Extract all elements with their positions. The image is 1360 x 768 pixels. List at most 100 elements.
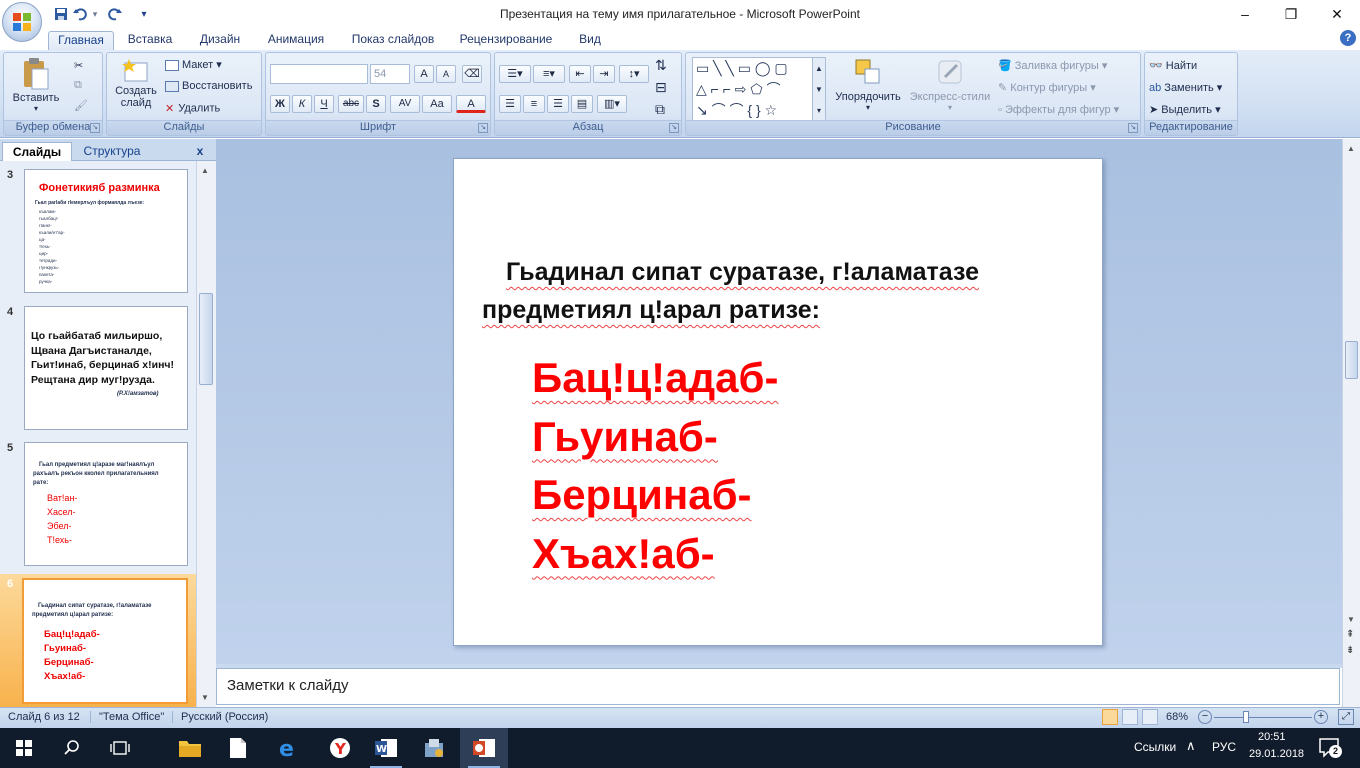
thumbnail-slide[interactable]: Фонетикияб разминка Гьал рагIаби гIемерл…: [24, 169, 188, 293]
clock-time[interactable]: 20:51: [1258, 731, 1286, 743]
quick-styles-button[interactable]: Экспресс-стили ▾: [906, 57, 994, 112]
bullets-icon[interactable]: ☰▾: [499, 65, 531, 83]
theme-name[interactable]: "Тема Office": [90, 711, 164, 723]
next-slide-icon[interactable]: ⇟: [1346, 645, 1354, 656]
clock-date[interactable]: 29.01.2018: [1249, 748, 1304, 760]
zoom-level[interactable]: 68%: [1166, 711, 1188, 723]
font-name-input[interactable]: [270, 64, 368, 84]
tab-review[interactable]: Рецензирование: [452, 31, 560, 50]
scroll-thumb[interactable]: [1345, 341, 1358, 379]
slide-scrollbar[interactable]: ▲ ▼ ⇞ ⇟: [1342, 139, 1360, 707]
minimize-button[interactable]: –: [1222, 0, 1268, 28]
previous-slide-icon[interactable]: ⇞: [1346, 629, 1354, 640]
drawing-launcher-icon[interactable]: ↘: [1128, 123, 1138, 133]
align-right-icon[interactable]: ☰: [547, 95, 569, 113]
slide-word-list[interactable]: Бац!ц!адаб- Гьуинаб- Берцинаб- Хъах!аб-: [532, 349, 778, 583]
task-view-icon[interactable]: [96, 728, 144, 768]
shape-fill-button[interactable]: 🪣 Заливка фигуры ▾: [998, 59, 1107, 72]
links-toolbar[interactable]: Ссылки: [1134, 740, 1176, 754]
shrink-font-button[interactable]: A: [436, 65, 456, 83]
normal-view-icon[interactable]: [1102, 709, 1118, 725]
thumbnail-slide[interactable]: Цо гьайбатаб мильиршо, Щвана Дагъистанал…: [24, 306, 188, 430]
new-slide-button[interactable]: Создать слайд: [111, 57, 161, 109]
replace-button[interactable]: ab Заменить ▾: [1149, 81, 1222, 94]
slideshow-icon[interactable]: [1142, 709, 1158, 725]
tab-outline-panel[interactable]: Структура: [74, 142, 150, 161]
tab-animation[interactable]: Анимация: [258, 31, 334, 50]
thumbnail-slide[interactable]: Гьадинал сипат суратазе, г!аламатазе пре…: [22, 578, 188, 704]
maximize-button[interactable]: ❐: [1268, 0, 1314, 28]
shape-outline-button[interactable]: ✎ Контур фигуры ▾: [998, 81, 1096, 94]
slide-heading[interactable]: Гьадинал сипат суратазе, г!аламатазе пре…: [482, 253, 1082, 329]
strike-button[interactable]: abc: [338, 95, 364, 113]
text-direction-icon[interactable]: ⇅: [655, 57, 667, 74]
fit-to-window-icon[interactable]: ⤢: [1338, 709, 1354, 725]
help-icon[interactable]: ?: [1340, 30, 1356, 46]
decrease-indent-icon[interactable]: ⇤: [569, 65, 591, 83]
cut-icon[interactable]: ✂: [74, 59, 83, 72]
scroll-down-icon[interactable]: ▼: [1347, 615, 1355, 624]
zoom-slider-handle[interactable]: [1243, 711, 1249, 723]
zoom-slider[interactable]: [1214, 711, 1312, 723]
tab-view[interactable]: Вид: [572, 31, 608, 50]
layout-button[interactable]: Макет ▾: [165, 58, 222, 71]
shape-effects-button[interactable]: ▫ Эффекты для фигур ▾: [998, 103, 1119, 116]
bold-button[interactable]: Ж: [270, 95, 290, 113]
tab-design[interactable]: Дизайн: [190, 31, 250, 50]
font-size-input[interactable]: 54: [370, 64, 410, 84]
change-case-button[interactable]: Aa: [422, 95, 452, 113]
zoom-out-icon[interactable]: −: [1198, 710, 1212, 724]
powerpoint-icon[interactable]: [460, 728, 508, 768]
smartart-icon[interactable]: ⧉: [655, 101, 665, 118]
paste-button[interactable]: Вставить ▾: [8, 57, 64, 119]
office-button[interactable]: [2, 2, 42, 42]
tab-insert[interactable]: Вставка: [120, 31, 180, 50]
italic-button[interactable]: К: [292, 95, 312, 113]
current-slide[interactable]: Гьадинал сипат суратазе, г!аламатазе пре…: [453, 158, 1103, 646]
scroll-thumb[interactable]: [199, 293, 213, 385]
font-color-button[interactable]: A: [456, 95, 486, 113]
notepad-icon[interactable]: [214, 728, 262, 768]
slide-sorter-icon[interactable]: [1122, 709, 1138, 725]
search-icon[interactable]: [48, 728, 96, 768]
tray-expand-icon[interactable]: ∧: [1186, 738, 1196, 754]
tab-slides-panel[interactable]: Слайды: [2, 142, 72, 161]
yandex-browser-icon[interactable]: Y: [316, 728, 364, 768]
underline-button[interactable]: Ч: [314, 95, 334, 113]
align-center-icon[interactable]: ≡: [523, 95, 545, 113]
zoom-in-icon[interactable]: +: [1314, 710, 1328, 724]
shapes-gallery[interactable]: ▭ ╲ ╲ ▭ ◯ ▢ △ ⌐ ⌐ ⇨ ⬠ ⌒ ↘ ⌒ ⌒ { } ☆: [692, 57, 822, 121]
paragraph-launcher-icon[interactable]: ↘: [669, 123, 679, 133]
uninstaller-icon[interactable]: [410, 728, 458, 768]
tab-slideshow[interactable]: Показ слайдов: [344, 31, 442, 50]
columns-icon[interactable]: ▥▾: [597, 95, 627, 113]
thumbnail-item[interactable]: 4 Цо гьайбатаб мильиршо, Щвана Дагъистан…: [0, 302, 196, 432]
delete-slide-button[interactable]: ✕ Удалить: [165, 102, 220, 115]
grow-font-button[interactable]: A: [414, 65, 434, 83]
scroll-down-icon[interactable]: ▼: [201, 693, 209, 702]
arrange-button[interactable]: Упорядочить ▾: [832, 57, 904, 112]
file-explorer-icon[interactable]: [166, 728, 214, 768]
thumbnail-item-selected[interactable]: 6 Гьадинал сипат суратазе, г!аламатазе п…: [0, 574, 196, 707]
notification-icon[interactable]: 2: [1318, 736, 1342, 760]
scroll-up-icon[interactable]: ▲: [201, 166, 209, 175]
reset-button[interactable]: Восстановить: [165, 80, 252, 92]
scroll-up-icon[interactable]: ▲: [1347, 144, 1355, 153]
shapes-scroll-icon[interactable]: ▲ ▼ ▾: [812, 57, 826, 121]
close-panel-icon[interactable]: x: [192, 142, 208, 161]
notes-pane[interactable]: Заметки к слайду: [216, 668, 1340, 705]
clear-format-icon[interactable]: ⌫: [462, 65, 482, 83]
thumbnail-item[interactable]: 5 Гьал предметиял ц!аразе маг!наялъул ра…: [0, 438, 196, 568]
select-button[interactable]: ➤ Выделить ▾: [1149, 103, 1221, 116]
tab-home[interactable]: Главная: [48, 31, 114, 50]
justify-icon[interactable]: ▤: [571, 95, 593, 113]
font-launcher-icon[interactable]: ↘: [478, 123, 488, 133]
align-text-icon[interactable]: ⊟: [655, 79, 667, 96]
align-left-icon[interactable]: ☰: [499, 95, 521, 113]
close-button[interactable]: ✕: [1314, 0, 1360, 28]
format-painter-icon[interactable]: 🖌: [74, 99, 88, 112]
increase-indent-icon[interactable]: ⇥: [593, 65, 615, 83]
language-indicator[interactable]: Русский (Россия): [172, 711, 268, 723]
copy-icon[interactable]: ⧉: [74, 79, 82, 92]
numbering-icon[interactable]: ≡▾: [533, 65, 565, 83]
